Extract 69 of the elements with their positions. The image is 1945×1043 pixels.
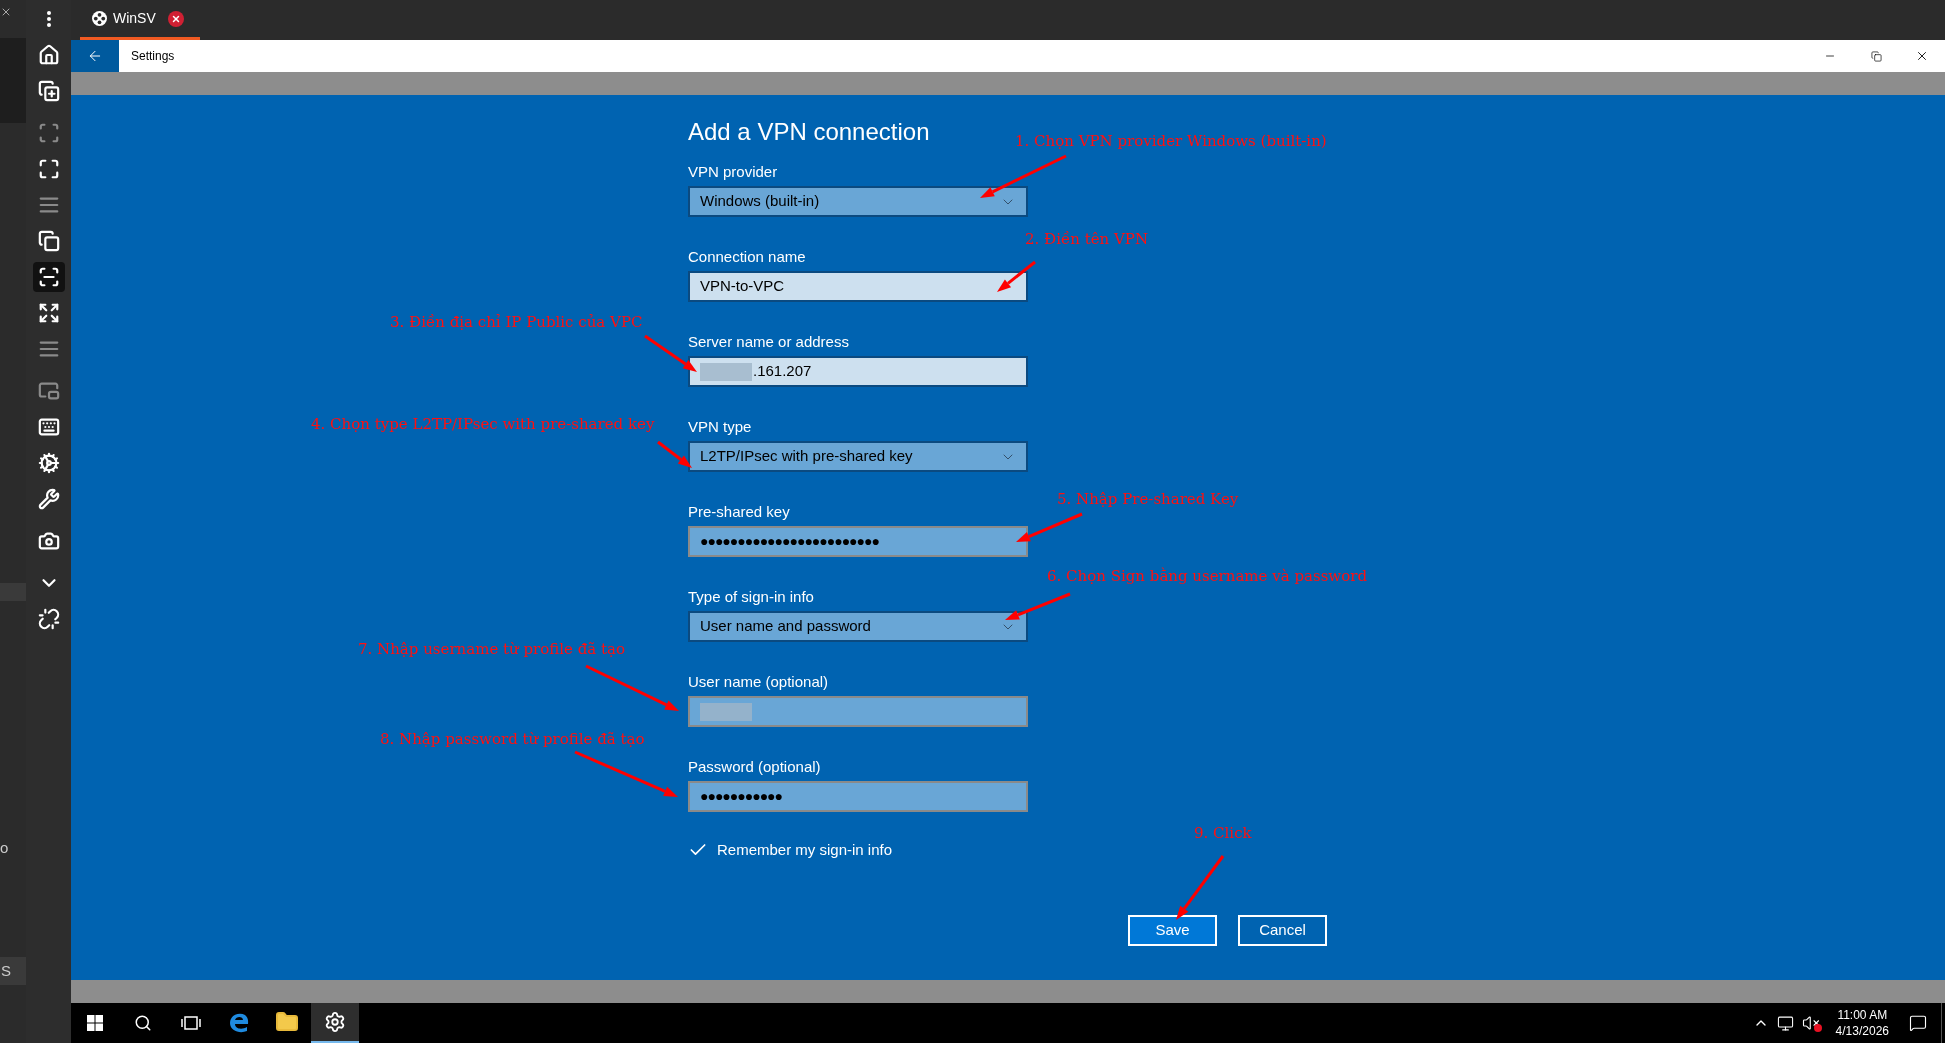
field-label: Connection name	[688, 247, 807, 266]
toolbar-button[interactable]	[32, 262, 65, 292]
annotation-text: 5. Nhập Pre-shared Key	[1057, 489, 1239, 509]
keyboard-icon	[37, 416, 60, 438]
field-label: Password (optional)	[688, 757, 822, 776]
close-tab-icon[interactable]	[167, 10, 184, 27]
muted-speaker-icon[interactable]	[1801, 1014, 1820, 1032]
field-label: Pre-shared key	[688, 502, 791, 521]
camera-icon	[37, 530, 60, 552]
restore-icon	[1870, 50, 1882, 62]
input-field[interactable]: .161.207	[688, 356, 1028, 387]
field-label: VPN provider	[688, 162, 779, 181]
home-icon	[37, 44, 60, 66]
save-button[interactable]: Save	[1128, 914, 1217, 946]
lines-icon	[37, 338, 60, 360]
arrow	[1016, 512, 1083, 542]
input-field[interactable]: ●●●●●●●●●●●●●●●●●●●●●●●●	[688, 526, 1028, 557]
arrow	[997, 260, 1036, 292]
search-icon	[134, 1014, 152, 1032]
field-label: Type of sign-in info	[688, 587, 815, 606]
annotation-text: 6. Chọn Sign bằng username và password	[1047, 566, 1367, 586]
annotation-text: 9. Click	[1194, 823, 1252, 843]
window-title: Settings	[131, 48, 175, 65]
clock[interactable]: 11:00 AM 4/13/2026	[1829, 1007, 1895, 1039]
annotation-text: 2. Điền tên VPN	[1025, 229, 1149, 249]
lines-icon	[37, 194, 60, 216]
field-label: Server name or address	[688, 332, 850, 351]
input-field[interactable]	[688, 696, 1028, 727]
frame-icon	[37, 122, 60, 144]
close-icon	[1915, 49, 1929, 63]
settings-icon	[324, 1011, 346, 1033]
annotation-text: 8. Nhập password từ profile đã tạo	[380, 729, 645, 749]
text-fragment: o	[0, 839, 9, 857]
checkbox[interactable]: Remember my sign-in info	[688, 839, 893, 862]
annotation-text: 7. Nhập username từ profile đã tạo	[358, 639, 626, 659]
arrow	[657, 440, 692, 468]
cancel-button[interactable]: Cancel	[1238, 914, 1327, 946]
page-title: Add a VPN connection	[688, 117, 930, 147]
arrow	[1005, 592, 1071, 620]
app-logo-icon	[92, 11, 107, 26]
dropdown[interactable]: Windows (built-in)	[688, 186, 1028, 217]
annotation-text: 3. Điền địa chỉ IP Public của VPC	[390, 312, 643, 332]
windows-logo-icon	[87, 1015, 103, 1031]
task-view-icon	[181, 1015, 201, 1031]
taskbar-app[interactable]	[311, 1003, 359, 1043]
annotation-text: 1. Chọn VPN provider Windows (built-in)	[1015, 131, 1327, 151]
notifications-icon[interactable]	[1909, 1014, 1927, 1032]
dropdown[interactable]: User name and password	[688, 611, 1028, 642]
picture-in-picture-icon	[37, 380, 60, 402]
text-fragment: S	[1, 960, 11, 981]
add-window-icon	[37, 80, 60, 102]
dropdown[interactable]: L2TP/IPsec with pre-shared key	[688, 441, 1028, 472]
field-label: VPN type	[688, 417, 753, 436]
broken-link-icon	[37, 608, 60, 630]
folder-icon	[275, 1010, 299, 1034]
fit-screen-icon	[37, 266, 60, 288]
close-icon[interactable]	[0, 6, 12, 18]
gears-icon	[37, 452, 60, 474]
annotation-text: 4. Chọn type L2TP/IPsec with pre-shared key	[311, 414, 655, 434]
input-field[interactable]: VPN-to-VPC	[688, 271, 1028, 302]
expand-icon	[37, 302, 60, 324]
input-field[interactable]: ●●●●●●●●●●●	[688, 781, 1028, 812]
arrow	[1176, 855, 1225, 920]
windows-icon	[37, 230, 60, 252]
menu-icon	[46, 11, 51, 27]
field-label: User name (optional)	[688, 672, 830, 691]
fullscreen-icon	[37, 158, 60, 180]
wrench-icon	[37, 488, 60, 510]
network-icon[interactable]	[1776, 1014, 1794, 1032]
